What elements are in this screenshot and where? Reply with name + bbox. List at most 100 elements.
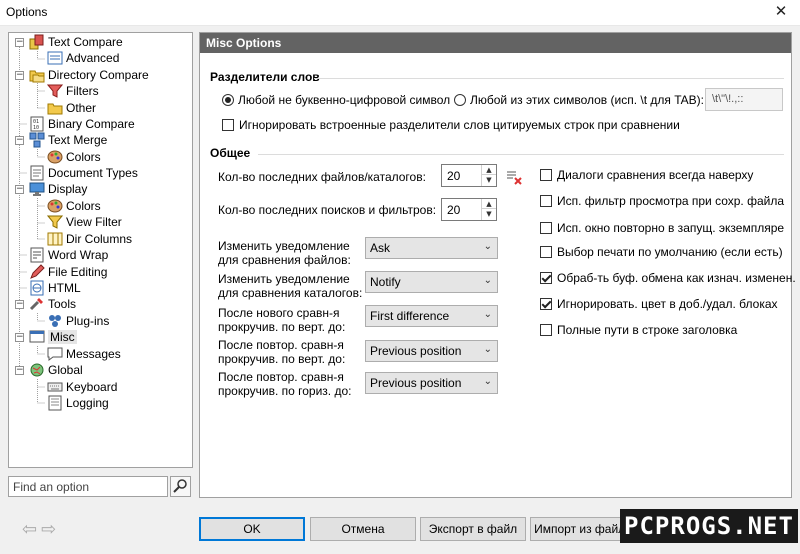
tree-item-merge-colors[interactable]: Colors [47,149,101,165]
notify-dirs-dropdown[interactable]: Notify ⌄ [365,271,498,293]
ignore-color-add-del-checkbox[interactable]: Игнорировать. цвет в доб./удал. блоках [540,297,778,311]
back-forward-icon[interactable]: ⇦⇨ [22,519,60,540]
checkbox-box[interactable] [540,272,552,284]
tree-item-view-filter[interactable]: View Filter [46,214,122,230]
collapse-icon[interactable]: − [15,333,24,342]
export-to-file-button[interactable]: Экспорт в файл [420,517,526,541]
chevron-down-icon: ⌄ [483,376,492,387]
checkbox-box[interactable] [222,119,234,131]
collapse-icon[interactable]: − [15,185,24,194]
tree-item-file-editing[interactable]: File Editing [29,264,107,280]
globe-icon [29,362,45,378]
tree-item-display[interactable]: − Display [9,181,87,197]
radio-dot[interactable] [454,94,466,106]
general-heading: Общее [210,146,251,160]
tree-item-logging[interactable]: Logging [47,395,109,411]
spinner-buttons[interactable]: ▲ ▼ [481,165,496,186]
tree-item-document-types[interactable]: Document Types [29,165,138,181]
scroll-repeat-vertical-dropdown[interactable]: Previous position ⌄ [365,340,498,362]
checkbox-label: Выбор печати по умолчанию (если есть) [557,245,783,259]
clipboard-as-original-checkbox[interactable]: Обраб-ть буф. обмена как изнач. изменен. [540,271,796,285]
tree-item-label: Global [48,363,83,377]
tree-item-label: Plug-ins [66,314,110,328]
separator-chars-field[interactable]: \t\"\!.,:: [705,88,783,111]
tree-item-tools[interactable]: − Tools [9,296,76,312]
tree-item-plug-ins[interactable]: Plug-ins [47,313,109,329]
tree-item-label: Advanced [66,51,120,65]
tree-item-messages[interactable]: Messages [47,346,121,362]
radio-dot[interactable] [222,94,234,106]
collapse-icon[interactable]: − [15,136,24,145]
checkbox-box[interactable] [540,195,552,207]
tree-item-display-colors[interactable]: Colors [47,198,101,214]
tree-item-other[interactable]: Other [47,100,96,116]
checkbox-label: Исп. фильтр просмотра при сохр. файла [557,194,785,208]
collapse-icon[interactable]: − [15,366,24,375]
tree-item-directory-compare[interactable]: − Directory Compare [9,67,149,83]
tree-item-label: Colors [66,150,101,164]
folder-compare-icon [29,67,45,83]
spin-up-icon[interactable]: ▲ [482,199,496,209]
compare-dialogs-on-top-checkbox[interactable]: Диалоги сравнения всегда наверху [540,168,753,182]
close-icon[interactable]: ✕ [762,0,800,26]
collapse-icon[interactable]: − [15,300,24,309]
pencil-icon [29,264,45,280]
spin-down-icon[interactable]: ▼ [482,209,496,219]
collapse-icon[interactable]: − [15,38,24,47]
tree-item-misc[interactable]: − Misc [9,329,77,345]
scroll-new-dropdown[interactable]: First difference ⌄ [365,305,498,327]
checkbox-box[interactable] [540,324,552,336]
tree-item-dir-columns[interactable]: Dir Columns [47,231,132,247]
html-icon [29,280,45,296]
clear-recent-button[interactable] [506,169,522,185]
recent-files-spinner[interactable]: 20 ▲ ▼ [441,164,497,187]
radio-any-non-alnum[interactable]: Любой не буквенно-цифровой символ [222,93,450,107]
dropdown-value: Previous position [370,344,462,358]
tree-item-binary-compare[interactable]: 01 10 Binary Compare [29,116,135,132]
tree-item-filters[interactable]: Filters [46,83,99,99]
tree-item-text-compare[interactable]: − Text Compare [9,34,123,50]
section-divider [314,78,784,79]
columns-icon [47,231,63,247]
tree-item-global[interactable]: − Global [9,362,83,378]
notify-dirs-label: Изменить уведомление для сравнения катал… [218,272,363,300]
checkbox-box[interactable] [540,246,552,258]
checkbox-label: Игнорировать встроенные разделители слов… [239,118,680,132]
search-button[interactable] [170,476,191,497]
checkbox-box[interactable] [540,222,552,234]
tree-item-label: Colors [66,199,101,213]
text-compare-icon [29,34,45,50]
find-option-field[interactable] [8,476,168,497]
log-icon [47,395,63,411]
ok-button[interactable]: OK [199,517,305,541]
scroll-repeat-horizontal-dropdown[interactable]: Previous position ⌄ [365,372,498,394]
ignore-quoted-separators-checkbox[interactable]: Игнорировать встроенные разделители слов… [222,118,680,132]
tree-item-text-merge[interactable]: − Text Merge [9,132,107,148]
full-paths-in-title-checkbox[interactable]: Полные пути в строке заголовка [540,323,737,337]
find-option-input[interactable] [9,477,167,496]
use-view-filter-on-save-checkbox[interactable]: Исп. фильтр просмотра при сохр. файла [540,194,784,208]
spinner-buttons[interactable]: ▲ ▼ [481,199,496,220]
notify-files-dropdown[interactable]: Ask ⌄ [365,237,498,259]
default-print-selection-checkbox[interactable]: Выбор печати по умолчанию (если есть) [540,245,783,259]
checkbox-box[interactable] [540,169,552,181]
cancel-button[interactable]: Отмена [310,517,416,541]
collapse-icon[interactable]: − [15,71,24,80]
tree-item-label: Keyboard [66,380,118,394]
spin-up-icon[interactable]: ▲ [482,165,496,175]
tree-item-html[interactable]: HTML [29,280,81,296]
recent-searches-spinner[interactable]: 20 ▲ ▼ [441,198,497,221]
spinner-value: 20 [447,203,461,217]
options-tree[interactable]: − Text Compare Advanced − Directory Comp… [8,32,193,468]
tree-item-label: HTML [48,281,81,295]
radio-these-chars[interactable]: Любой из этих символов (исп. \t для TAB)… [454,93,704,107]
tree-item-word-wrap[interactable]: Word Wrap [29,247,108,263]
word-wrap-icon [29,247,45,263]
tree-item-label: View Filter [66,215,122,229]
spin-down-icon[interactable]: ▼ [482,175,496,185]
reuse-window-checkbox[interactable]: Исп. окно повторно в запущ. экземпляре [540,221,784,235]
recent-searches-label: Кол-во последних поисков и фильтров: [218,203,437,217]
tree-item-advanced[interactable]: Advanced [47,50,119,66]
checkbox-box[interactable] [540,298,552,310]
tree-item-keyboard[interactable]: Keyboard [47,379,117,395]
